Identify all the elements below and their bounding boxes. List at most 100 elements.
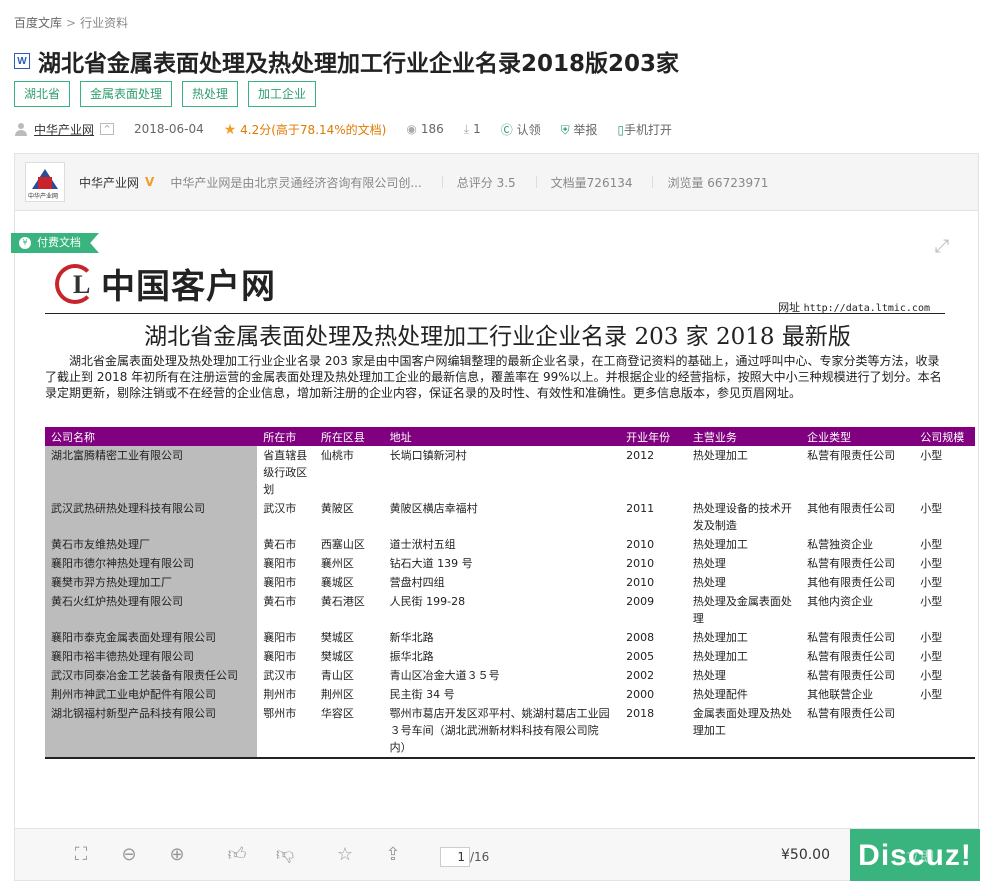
buy-button[interactable]: 立即 Discuz! (850, 829, 980, 881)
cell-city: 省直辖县级行政区划 (263, 449, 308, 496)
cell-company-scale (914, 704, 975, 759)
zoom-out-icon[interactable]: ⊖ (117, 843, 141, 867)
tag-heat-treatment[interactable]: 热处理 (182, 81, 239, 107)
author-bar-name[interactable]: 中华产业网 (79, 174, 139, 191)
breadcrumb-home-link[interactable]: 百度文库 (14, 14, 62, 31)
cell-main-business: 热处理配件 (692, 688, 748, 701)
company-table: 公司名称 所在市 所在区县 地址 开业年份 主营业务 企业类型 公司规模 湖北富腾精密工业有限… (45, 427, 975, 759)
cell-opening-year: 2012 (626, 449, 655, 462)
cell-opening-year: 2009 (626, 595, 655, 608)
cell-company-scale: 小型 (920, 576, 943, 589)
user-icon (15, 123, 27, 136)
page-title: 湖北省金属表面处理及热处理加工行业企业名录2018版203家 (38, 51, 680, 77)
document-viewer: ¥ 付费文档 ⤢ L 中国客户网 网址 http://data.ltmic.co… (11, 211, 979, 828)
download-icon: ⤓ (463, 121, 470, 136)
column-header-address: 地址 (383, 427, 621, 446)
cell-opening-year: 2005 (626, 650, 655, 663)
cell-company-name: 襄阳市德尔神热处理有限公司 (45, 554, 258, 573)
cell-company-scale: 小型 (920, 502, 943, 515)
cell-main-business: 热处理 (692, 557, 726, 570)
cell-company-type: 私营有限责任公司 (807, 650, 896, 663)
cell-opening-year: 2018 (620, 704, 687, 759)
fullscreen-expand-icon[interactable]: ⤢ (932, 237, 952, 257)
cell-address: 青山区冶金大道３５号 (389, 669, 500, 682)
cell-company-name: 襄阳市泰克金属表面处理有限公司 (45, 628, 258, 647)
star-outline-icon[interactable]: ☆ (333, 843, 357, 867)
word-doc-icon: W (14, 53, 30, 69)
cell-company-name: 襄樊市羿方热处理加工厂 (45, 573, 258, 592)
chevron-up-icon[interactable]: ^ (100, 123, 115, 135)
column-header-company-scale: 公司规模 (914, 427, 975, 446)
paid-doc-badge: ¥ 付费文档 (11, 233, 99, 253)
author-info-bar: 中华产业网 中华产业网 V 中华产业网是由北京灵通经济咨询有限公司创... 总评… (14, 153, 979, 211)
table-row: 襄阳市裕丰德热处理有限公司 襄阳市 樊城区 振华北路 2005 热处理加工 私营有限责任公司… (45, 647, 975, 666)
table-row: 黄石市友维热处理厂 黄石市 西塞山区 道士洑村五组 2010 热处理加工 私营独资企业 小型 (45, 535, 975, 554)
list-title: 湖北省金属表面处理及热处理加工行业企业名录 203 家 2018 最新版 (144, 324, 851, 350)
column-header-main-business: 主营业务 (686, 427, 802, 446)
page-number-input[interactable] (440, 847, 470, 867)
cell-city: 黄石市 (263, 538, 297, 551)
cell-city: 襄阳市 (263, 631, 297, 644)
table-row: 荆州市神武工业电炉配件有限公司 荆州市 荆州区 民主街 34 号 2000 热处理配件 其他… (45, 685, 975, 704)
author-name-link[interactable]: 中华产业网 (34, 121, 94, 138)
cell-company-name: 襄阳市裕丰德热处理有限公司 (45, 647, 258, 666)
page-navigator: /16 (440, 847, 489, 867)
cell-address: 营盘村四组 (389, 576, 445, 589)
table-row: 武汉武热研热处理科技有限公司 武汉市 黄陂区 黄陂区横店幸福村 2011 热处理设备的技术… (45, 499, 975, 535)
viewer-toolbar: ⛶ ⊖ ⊕ 👍︎ 👎︎ ☆ ⇪ /16 ¥50.00 立即 Discuz! (14, 828, 980, 881)
table-row: 襄阳市泰克金属表面处理有限公司 襄阳市 樊城区 新华北路 2008 热处理加工 私营有限责任… (45, 628, 975, 647)
claim-label: 认领 (516, 122, 541, 137)
cell-district: 西塞山区 (320, 538, 365, 551)
avatar[interactable]: 中华产业网 (25, 162, 65, 202)
discuz-watermark: Discuz! (858, 838, 972, 872)
cell-company-scale: 小型 (920, 449, 943, 462)
report-label: 举报 (573, 122, 598, 137)
meta-author[interactable]: 中华产业网 ^ (14, 121, 115, 138)
cell-district: 仙桃市 (320, 449, 354, 462)
cell-address: 振华北路 (389, 650, 434, 663)
thumbs-up-icon[interactable]: 👍︎ (225, 843, 249, 867)
cell-company-type: 私营有限责任公司 (807, 449, 896, 462)
tag-hubei[interactable]: 湖北省 (14, 81, 71, 107)
cell-company-scale: 小型 (920, 669, 943, 682)
mobile-label: 手机打开 (624, 122, 673, 137)
report-link[interactable]: ⛨ 举报 (561, 121, 598, 138)
breadcrumb-category-link[interactable]: 行业资料 (80, 14, 128, 31)
mobile-open-link[interactable]: ▯手机打开 (617, 121, 672, 138)
cell-main-business: 热处理 (692, 576, 726, 589)
tag-processing[interactable]: 加工企业 (248, 81, 317, 107)
downloads-count: 1 (473, 121, 481, 136)
author-view-count: 浏览量 66723971 (667, 175, 769, 190)
cell-district: 华容区 (314, 704, 384, 759)
fullscreen-icon[interactable]: ⛶ (69, 843, 93, 867)
cell-city: 武汉市 (263, 502, 297, 515)
table-row: 湖北富腾精密工业有限公司 省直辖县级行政区划 仙桃市 长埫口镇新河村 2012 热处理加工… (45, 446, 975, 499)
cell-district: 黄石港区 (320, 595, 365, 608)
tag-metal-surface[interactable]: 金属表面处理 (80, 81, 173, 107)
cell-district: 樊城区 (320, 631, 354, 644)
cell-company-scale: 小型 (920, 595, 943, 608)
cell-address: 道士洑村五组 (389, 538, 456, 551)
avatar-caption: 中华产业网 (28, 193, 59, 200)
cell-company-scale: 小型 (920, 688, 943, 701)
cell-company-type: 其他有限责任公司 (807, 576, 896, 589)
zoom-in-icon[interactable]: ⊕ (165, 843, 189, 867)
meta-downloads: ⤓ 1 (464, 122, 481, 137)
share-icon[interactable]: ⇪ (381, 843, 405, 867)
price-label: ¥50.00 (781, 847, 830, 863)
logo-text: 中国客户网 (101, 267, 276, 307)
cell-company-name: 湖北钢福村新型产品科技有限公司 (45, 704, 258, 759)
cell-company-name: 荆州市神武工业电炉配件有限公司 (45, 685, 258, 704)
breadcrumb: 百度文库 > 行业资料 (14, 14, 128, 31)
shield-icon: ⛨ (560, 122, 570, 137)
cell-main-business: 热处理设备的技术开发及制造 (692, 502, 792, 532)
claim-link[interactable]: Ⓒ 认领 (501, 121, 541, 138)
cell-opening-year: 2010 (626, 538, 655, 551)
cell-opening-year: 2010 (626, 576, 655, 589)
cell-district: 襄州区 (320, 557, 354, 570)
meta-date: 2018-06-04 (134, 122, 204, 136)
column-header-opening-year: 开业年份 (620, 427, 687, 446)
column-header-city: 所在市 (257, 427, 315, 446)
cell-district: 黄陂区 (320, 502, 354, 515)
thumbs-down-icon[interactable]: 👎︎ (273, 843, 297, 867)
